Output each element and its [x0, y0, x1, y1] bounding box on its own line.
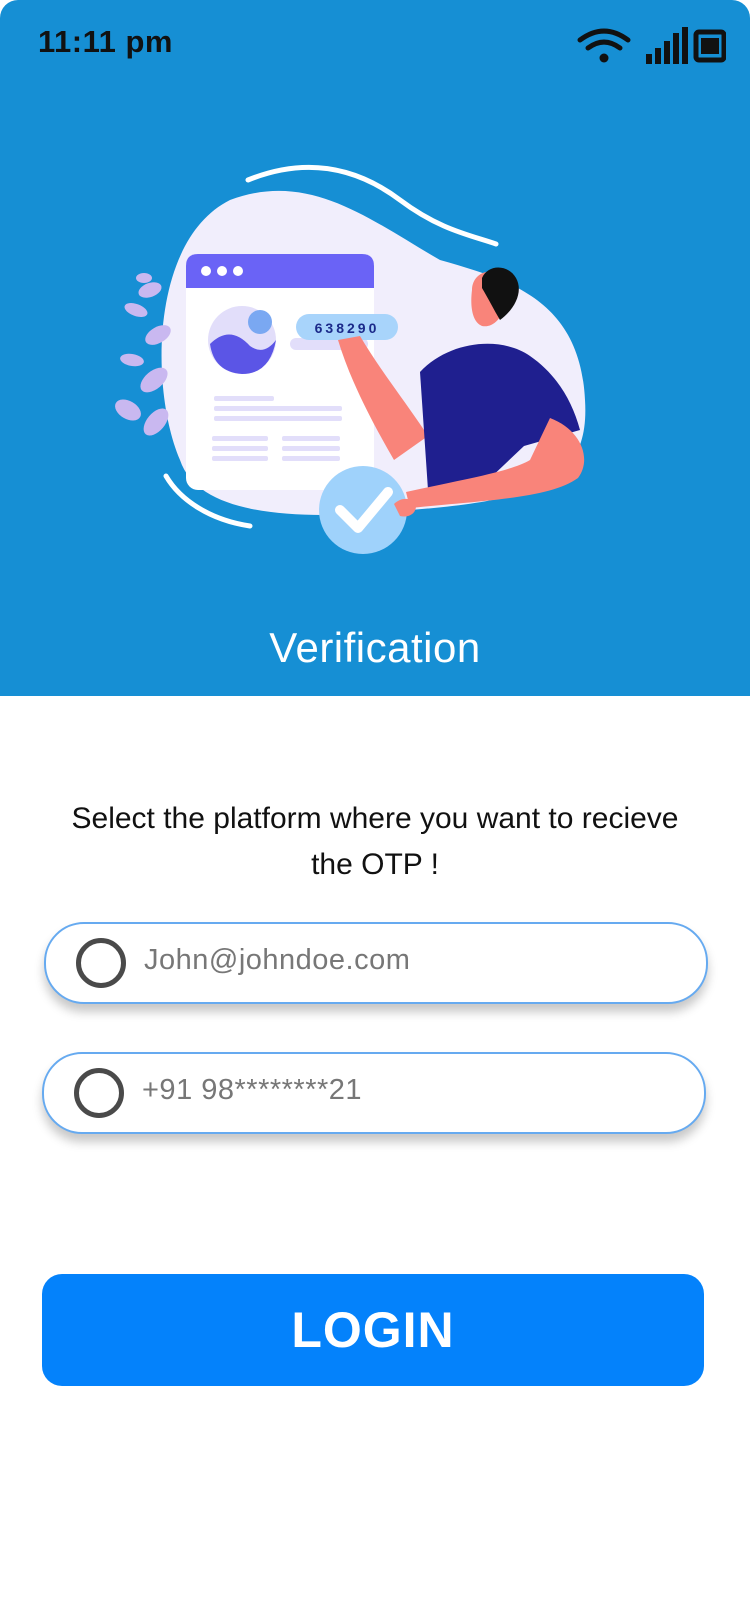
- header-banner: 11:11 pm 638290 Verification: [0, 0, 750, 696]
- signal-icon: [646, 27, 688, 64]
- status-icons: [577, 27, 726, 64]
- page-title: Verification: [269, 624, 481, 671]
- email-option-label: John@johndoe.com: [144, 944, 411, 976]
- verification-illustration: 638290: [115, 164, 586, 554]
- email-option[interactable]: John@johndoe.com: [44, 922, 708, 1004]
- status-time: 11:11 pm: [38, 24, 173, 59]
- phone-option[interactable]: +91 98********21: [42, 1052, 706, 1134]
- otp-platform-prompt: Select the platform where you want to re…: [71, 802, 679, 881]
- verification-screen: 11:11 pm 638290 Verification Select the …: [0, 0, 750, 1624]
- otp-code-pill: 638290: [315, 320, 380, 336]
- login-button[interactable]: LOGIN: [42, 1274, 704, 1386]
- phone-option-label: +91 98********21: [142, 1074, 363, 1106]
- wifi-icon: [577, 28, 631, 63]
- battery-icon: [693, 29, 726, 63]
- phone-radio[interactable]: [74, 1068, 124, 1118]
- email-radio[interactable]: [76, 938, 126, 988]
